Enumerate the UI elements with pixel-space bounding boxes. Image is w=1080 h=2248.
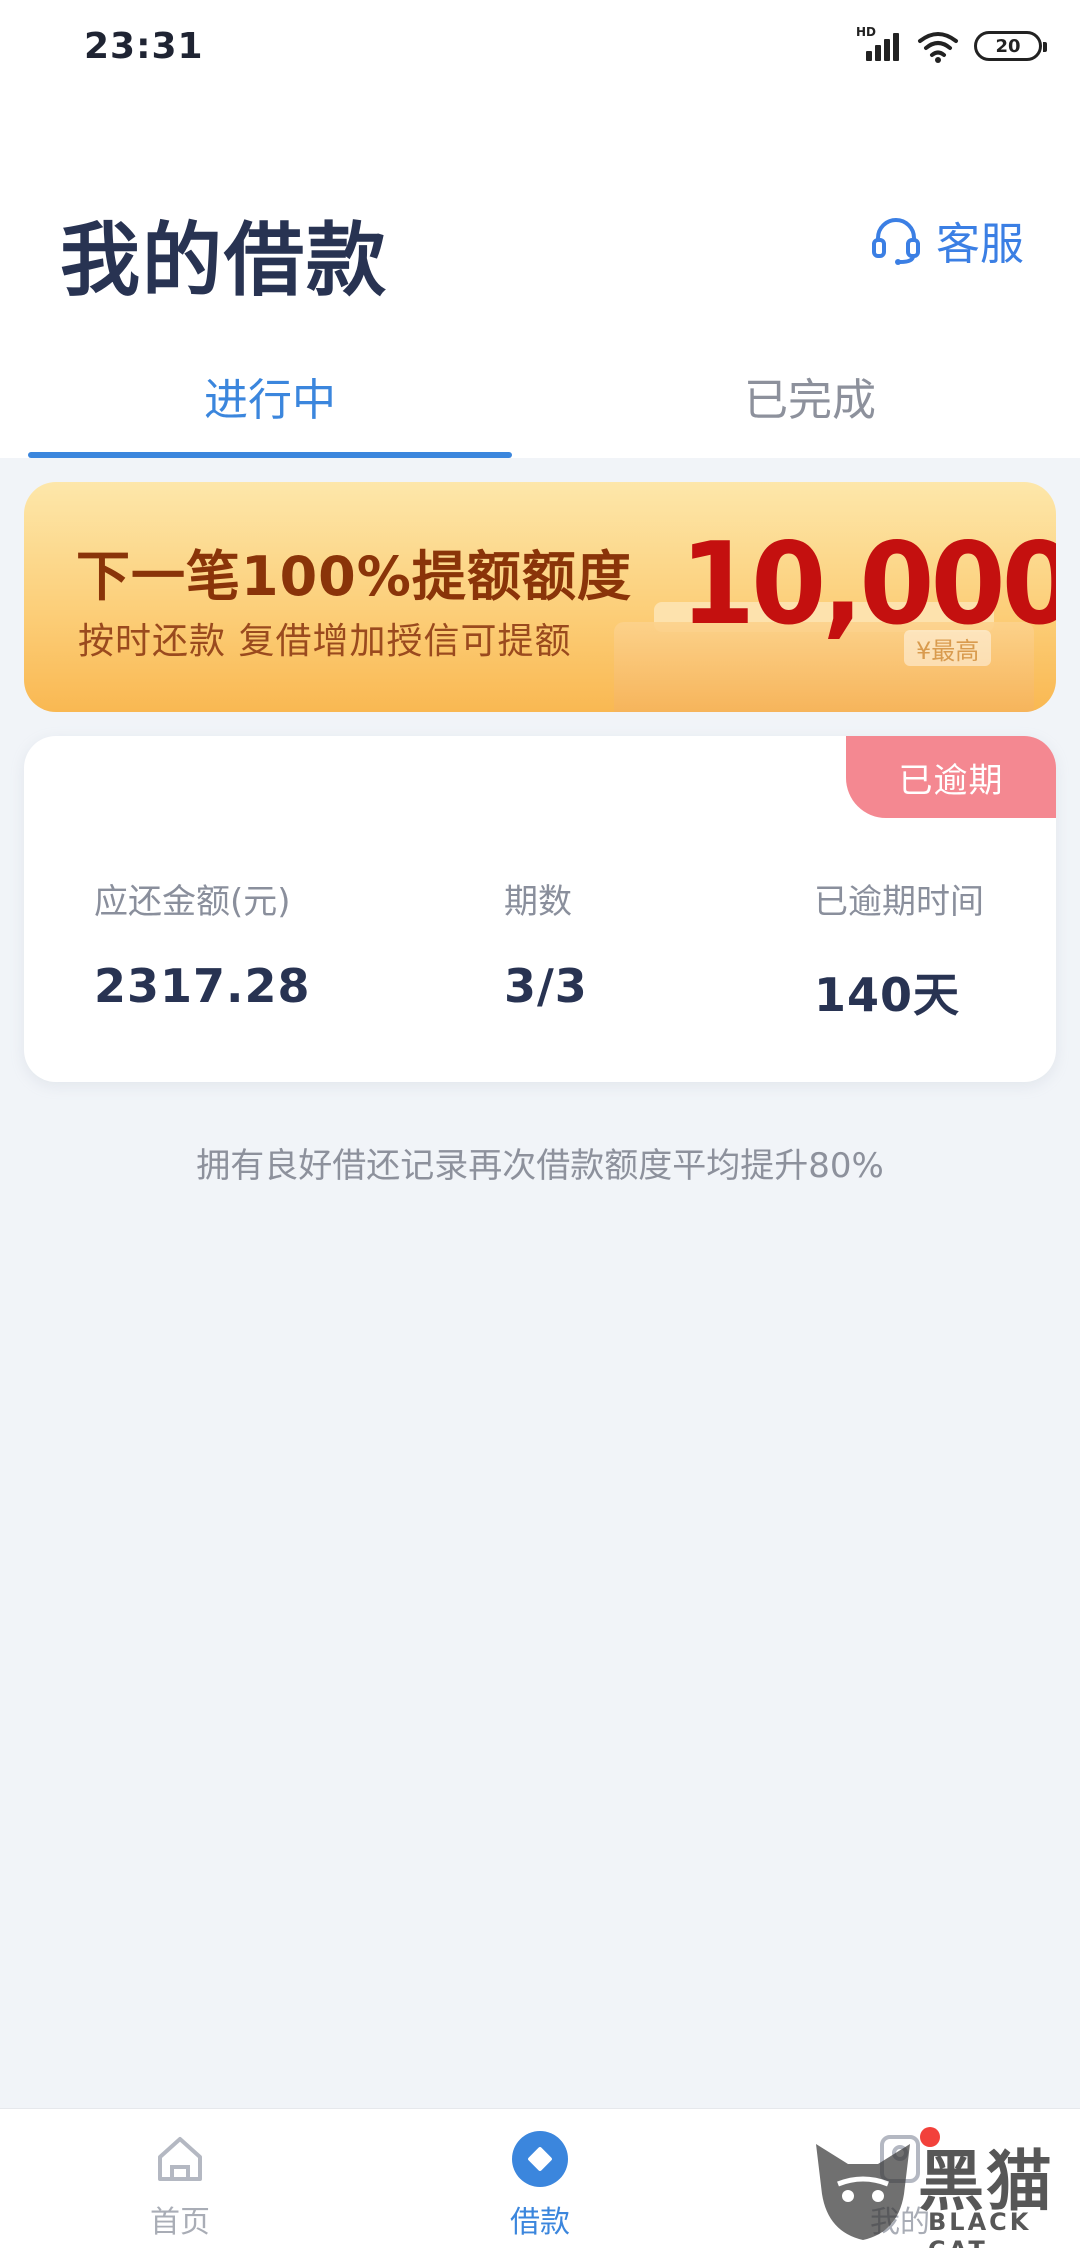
amount-due: 应还金额(元) 2317.28 xyxy=(94,874,311,1013)
nav-loan[interactable]: 借款 xyxy=(360,2109,720,2248)
promo-max-badge: ¥最高 xyxy=(904,630,992,666)
installment-periods: 期数 3/3 xyxy=(504,874,588,1013)
loan-status-tabs: 进行中 已完成 xyxy=(0,336,1080,458)
credit-tip: 拥有良好借还记录再次借款额度平均提升80% xyxy=(196,1146,884,1186)
loan-icon xyxy=(512,2131,568,2187)
battery-level: 20 xyxy=(995,35,1021,57)
customer-service-button[interactable]: 客服 xyxy=(870,208,1024,272)
credit-increase-banner[interactable]: 下一笔100%提额额度 按时还款 复借增加授信可提额 10,000 ¥最高 xyxy=(24,482,1056,712)
tab-completed[interactable]: 已完成 xyxy=(540,336,1080,458)
overdue-duration: 已逾期时间 140天 xyxy=(814,874,984,1025)
amount-due-label: 应还金额(元) xyxy=(94,882,291,922)
overdue-duration-value: 140天 xyxy=(814,968,961,1022)
black-cat-watermark: 黑猫 BLACK CAT xyxy=(808,2124,1080,2248)
wifi-icon xyxy=(918,32,958,63)
promo-amount: 10,000 xyxy=(680,518,1056,651)
active-tab-indicator xyxy=(28,452,512,458)
network-label: HD xyxy=(856,25,877,39)
nav-loan-label: 借款 xyxy=(510,2205,570,2240)
overdue-duration-label: 已逾期时间 xyxy=(814,882,984,922)
headset-icon xyxy=(872,218,920,265)
home-icon xyxy=(158,2137,202,2181)
status-time: 23:31 xyxy=(84,26,204,67)
nav-home[interactable]: 首页 xyxy=(0,2109,360,2248)
status-icons: HD 20 xyxy=(856,25,1047,66)
page-title: 我的借款 xyxy=(60,214,388,307)
promo-subtext: 按时还款 复借增加授信可提额 xyxy=(78,621,572,662)
status-badge: 已逾期 xyxy=(846,736,1056,818)
nav-home-label: 首页 xyxy=(150,2205,210,2240)
watermark-en: BLACK CAT xyxy=(928,2208,1032,2248)
promo-headline: 下一笔100%提额额度 xyxy=(76,545,632,608)
loan-card[interactable]: 已逾期 应还金额(元) 2317.28 期数 3/3 已逾期时间 140天 xyxy=(24,736,1056,1082)
tab-in-progress[interactable]: 进行中 xyxy=(0,336,540,458)
status-bar: 23:31 HD 20 xyxy=(0,0,1080,96)
customer-service-label: 客服 xyxy=(936,219,1024,270)
battery-icon: 20 xyxy=(974,31,1047,61)
cat-logo-icon xyxy=(816,2144,910,2240)
periods-value: 3/3 xyxy=(504,959,588,1013)
signal-icon: HD xyxy=(856,25,902,65)
amount-due-value: 2317.28 xyxy=(94,959,311,1013)
periods-label: 期数 xyxy=(504,882,572,922)
